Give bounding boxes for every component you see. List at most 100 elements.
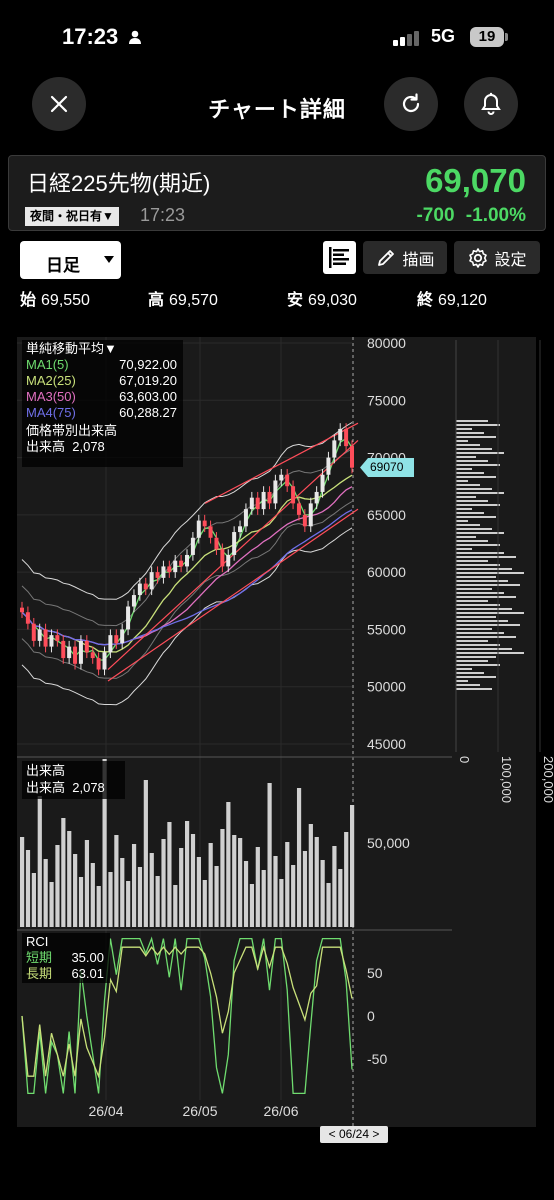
volume-bar <box>131 844 137 927</box>
volume-profile-bar <box>456 480 468 482</box>
volume-profile-bar <box>456 652 524 654</box>
volume-profile-bar <box>456 656 496 658</box>
candle-body <box>350 446 354 468</box>
crosshair-date[interactable]: < 06/24 > <box>320 1126 388 1143</box>
volume-profile-bar <box>456 520 468 522</box>
volume-bar <box>255 847 260 927</box>
vp-tick-label: 0 <box>457 756 472 763</box>
volume-bar <box>332 846 337 927</box>
price-chart[interactable]: 8000075000700006500060000550005000045000… <box>0 0 554 1200</box>
candle-body <box>255 497 260 510</box>
volume-bar <box>202 880 207 927</box>
candle-body <box>126 606 131 630</box>
volume-profile-bar <box>456 672 484 674</box>
volume-bar <box>296 788 302 927</box>
vp-row: 出来高 2,078 <box>26 439 183 455</box>
candle-body <box>78 640 83 664</box>
sma-title[interactable]: 単純移動平均▼ <box>26 341 183 357</box>
rci-short-row: 短期 35.00 <box>26 950 110 966</box>
volume-profile-bar <box>456 488 492 490</box>
ma-legend[interactable]: 単純移動平均▼ MA1(5) 70,922.00 MA2(25) 67,019.20… <box>22 340 183 467</box>
vp-tick-label: 200,000 <box>541 756 554 803</box>
volume-profile <box>455 340 541 752</box>
candle-body <box>167 566 172 573</box>
volume-bar <box>320 860 325 927</box>
price-tick-label: 50000 <box>367 679 406 695</box>
volume-bar <box>350 805 355 927</box>
volume-profile-bar <box>456 524 480 526</box>
candle-body <box>332 440 337 458</box>
candle-body <box>220 549 225 567</box>
candle-body <box>49 635 54 647</box>
candle-body <box>261 491 266 510</box>
candle-body <box>291 486 296 504</box>
vp-tick-label: 100,000 <box>499 756 514 803</box>
date-tick-label: 26/06 <box>263 1103 298 1119</box>
volume-bar <box>126 881 131 927</box>
ma2-label: MA2(25) <box>26 373 76 388</box>
volume-profile-bar <box>456 664 500 666</box>
rci-long-row: 長期 63.01 <box>26 966 110 982</box>
candle-body <box>90 652 95 659</box>
volume-bar <box>61 818 66 927</box>
candle-body <box>61 640 66 659</box>
volume-bar <box>37 796 42 927</box>
candle-body <box>326 457 331 475</box>
candle-body <box>190 537 195 555</box>
volume-profile-bar <box>456 612 524 614</box>
candle-body <box>279 474 284 481</box>
candle-body <box>302 514 307 527</box>
volume-value: 2,078 <box>72 780 105 795</box>
volume-profile-bar <box>456 640 488 642</box>
volume-profile-bar <box>456 512 484 514</box>
rci-tick-label: 0 <box>367 1008 375 1024</box>
volume-profile-bar <box>456 632 504 634</box>
rci-title: RCI <box>26 934 49 949</box>
volume-bar <box>238 838 243 927</box>
volume-profile-bar <box>456 476 496 478</box>
volume-profile-bar <box>456 500 488 502</box>
volume-bar <box>243 861 249 927</box>
candle-body <box>226 554 231 567</box>
volume-bar <box>214 866 219 927</box>
volume-profile-bar <box>456 424 500 426</box>
volume-profile-bar <box>456 636 516 638</box>
candle-body <box>179 560 184 567</box>
ma4-label: MA4(75) <box>26 405 76 420</box>
vp-label: 出来高 <box>26 439 66 454</box>
volume-legend: 出来高 出来高 2,078 <box>22 761 125 799</box>
volume-bar <box>155 876 160 927</box>
volume-bar <box>190 834 196 927</box>
volume-bar <box>120 858 125 927</box>
volume-profile-bar <box>456 564 500 566</box>
volume-bar <box>20 837 25 927</box>
candle-body <box>214 537 219 550</box>
volume-profile-bar <box>456 428 472 430</box>
volume-profile-bar <box>456 496 476 498</box>
candle-body <box>338 428 343 441</box>
price-tick-label: 75000 <box>367 392 406 408</box>
volume-bar <box>55 845 60 927</box>
volume-bar <box>344 832 349 927</box>
volume-bar <box>31 873 36 927</box>
ma3-value: 63,603.00 <box>119 389 177 404</box>
candle-body <box>102 652 107 670</box>
volume-profile-bar <box>456 668 472 670</box>
volume-bar <box>78 877 84 927</box>
candle-body <box>196 520 201 538</box>
volume-profile-bar <box>456 684 480 686</box>
volume-profile-bar <box>456 596 516 598</box>
price-tick-label: 65000 <box>367 507 406 523</box>
volume-profile-bar <box>456 504 500 506</box>
rci-short-value: 35.00 <box>71 950 104 965</box>
volume-title: 出来高 <box>26 763 66 778</box>
volume-profile-bar <box>456 572 524 574</box>
candle-body <box>25 612 30 624</box>
candle-body <box>120 629 125 644</box>
volume-profile-bar <box>456 452 504 454</box>
volume-profile-bar <box>456 552 504 554</box>
candle-body <box>96 658 101 670</box>
volume-profile-bar <box>456 492 504 494</box>
vp-value: 2,078 <box>72 439 105 454</box>
volume-profile-bar <box>456 464 500 466</box>
